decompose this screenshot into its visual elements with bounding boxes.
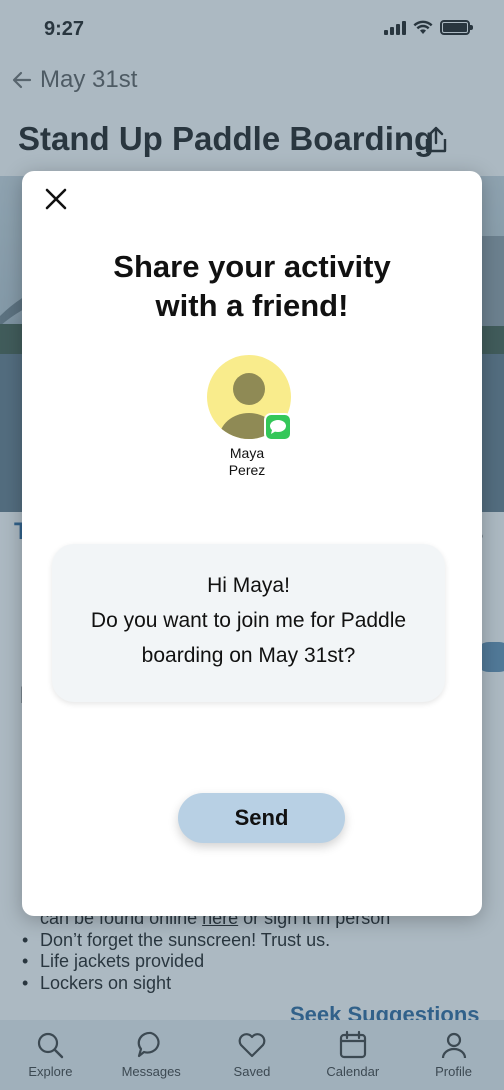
modal-title: Share your activity with a friend! [22, 247, 482, 325]
contact-name: Maya Perez [192, 445, 302, 479]
share-activity-modal: Share your activity with a friend! Maya … [22, 171, 482, 916]
send-button[interactable]: Send [178, 793, 345, 843]
modal-title-line: with a friend! [155, 288, 349, 323]
close-icon [45, 188, 67, 210]
modal-title-line: Share your activity [113, 249, 391, 284]
imessage-icon [264, 413, 292, 441]
message-line: Do you want to join me for Paddle [90, 609, 407, 632]
close-button[interactable] [42, 185, 70, 213]
message-line: boarding on May 31st? [141, 644, 356, 667]
message-line: Hi Maya! [207, 574, 290, 597]
message-text-field[interactable]: Hi Maya! Do you want to join me for Padd… [52, 544, 445, 702]
contact-first-name: Maya [229, 445, 265, 461]
contact-last-name: Perez [228, 462, 266, 478]
